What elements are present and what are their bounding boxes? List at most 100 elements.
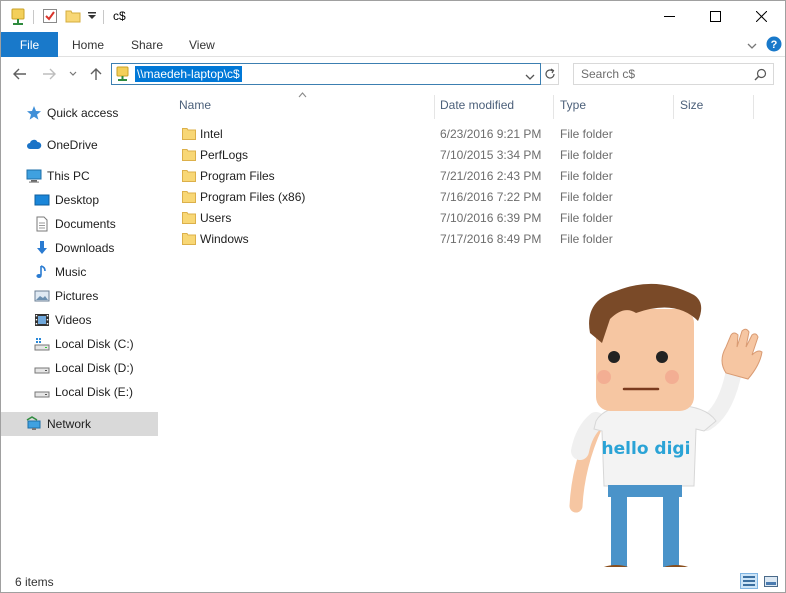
properties-icon[interactable]	[42, 8, 58, 27]
expand-ribbon-icon[interactable]	[747, 39, 757, 53]
table-row[interactable]: Windows 7/17/2016 8:49 PM File folder	[178, 229, 778, 250]
file-name: Program Files (x86)	[200, 190, 306, 204]
mascot-illustration: hello digi	[566, 281, 776, 581]
folder-icon	[182, 190, 196, 203]
navigation-pane: Quick access OneDrive This PC Desktop Do…	[1, 93, 159, 563]
nav-item-local-disk-c[interactable]: Local Disk (C:)	[1, 332, 158, 356]
folder-icon	[182, 232, 196, 245]
file-type: File folder	[560, 169, 613, 183]
item-count: 6 items	[15, 575, 54, 589]
file-date: 7/16/2016 7:22 PM	[440, 190, 542, 204]
network-icon	[26, 416, 42, 432]
file-type: File folder	[560, 190, 613, 204]
nav-item-label: Local Disk (E:)	[55, 385, 134, 399]
address-path[interactable]: \\maedeh-laptop\c$	[135, 66, 242, 82]
sort-ascending-icon	[298, 90, 307, 100]
nav-item-local-disk-d[interactable]: Local Disk (D:)	[1, 356, 158, 380]
file-date: 7/10/2015 3:34 PM	[440, 148, 542, 162]
customize-toolbar-icon[interactable]	[87, 10, 97, 24]
column-header-date-modified[interactable]: Date modified	[440, 98, 514, 112]
svg-text:?: ?	[771, 39, 778, 51]
new-folder-icon[interactable]	[65, 8, 81, 27]
nav-item-network[interactable]: Network	[1, 412, 158, 436]
shirt-text: hello digi	[602, 439, 691, 459]
file-type: File folder	[560, 127, 613, 141]
nav-item-label: Downloads	[55, 241, 115, 255]
nav-item-local-disk-e[interactable]: Local Disk (E:)	[1, 380, 158, 404]
nav-item-desktop[interactable]: Desktop	[1, 188, 158, 212]
column-header-size[interactable]: Size	[680, 98, 703, 112]
back-button[interactable]	[11, 65, 29, 83]
nav-item-this-pc[interactable]: This PC	[1, 164, 158, 188]
tab-view[interactable]: View	[189, 32, 215, 57]
up-button[interactable]	[87, 65, 105, 83]
nav-item-label: Local Disk (C:)	[55, 337, 134, 351]
table-row[interactable]: Intel 6/23/2016 9:21 PM File folder	[178, 124, 778, 145]
table-row[interactable]: Program Files (x86) 7/16/2016 7:22 PM Fi…	[178, 187, 778, 208]
pictures-icon	[34, 288, 50, 304]
nav-item-label: Desktop	[55, 193, 100, 207]
file-date: 6/23/2016 9:21 PM	[440, 127, 542, 141]
address-dropdown-icon[interactable]	[525, 70, 535, 84]
nav-item-label: This PC	[47, 169, 90, 183]
table-row[interactable]: Users 7/10/2016 6:39 PM File folder	[178, 208, 778, 229]
nav-item-downloads[interactable]: Downloads	[1, 236, 158, 260]
file-type: File folder	[560, 232, 613, 246]
nav-item-label: Quick access	[47, 106, 119, 120]
network-drive-icon	[11, 8, 25, 29]
file-date: 7/17/2016 8:49 PM	[440, 232, 542, 246]
music-icon	[34, 264, 50, 280]
videos-icon	[34, 312, 50, 328]
folder-icon	[182, 148, 196, 161]
drive-icon	[34, 384, 50, 400]
refresh-button[interactable]	[541, 63, 559, 85]
search-input[interactable]: Search c$	[581, 67, 635, 81]
nav-item-music[interactable]: Music	[1, 260, 158, 284]
forward-button[interactable]	[40, 65, 58, 83]
minimize-button[interactable]	[646, 1, 692, 32]
tab-file[interactable]: File	[1, 32, 58, 57]
nav-item-label: Videos	[55, 313, 92, 327]
nav-item-pictures[interactable]: Pictures	[1, 284, 158, 308]
table-row[interactable]: PerfLogs 7/10/2015 3:34 PM File folder	[178, 145, 778, 166]
nav-item-quick-access[interactable]: Quick access	[1, 101, 158, 125]
file-date: 7/21/2016 2:43 PM	[440, 169, 542, 183]
details-view-button[interactable]	[740, 573, 758, 589]
search-icon[interactable]	[754, 68, 767, 84]
recent-locations-button[interactable]	[64, 65, 82, 83]
column-header-name[interactable]: Name	[179, 98, 211, 112]
nav-item-label: Pictures	[55, 289, 99, 303]
file-explorer-window: c$ File Home Share View ? \\maedeh-lapto…	[0, 0, 786, 593]
desktop-icon	[34, 192, 50, 208]
help-icon[interactable]: ?	[766, 36, 782, 55]
file-name: Intel	[200, 127, 223, 141]
large-icons-view-button[interactable]	[762, 573, 780, 589]
file-name: Users	[200, 211, 232, 225]
maximize-button[interactable]	[692, 1, 738, 32]
nav-item-label: Music	[55, 265, 87, 279]
download-icon	[34, 240, 50, 256]
status-bar: 6 items	[1, 567, 785, 592]
nav-item-label: OneDrive	[47, 138, 98, 152]
table-row[interactable]: Program Files 7/21/2016 2:43 PM File fol…	[178, 166, 778, 187]
column-header-type[interactable]: Type	[560, 98, 586, 112]
window-title: c$	[113, 9, 126, 23]
drive-icon	[34, 360, 50, 376]
tab-home[interactable]: Home	[72, 32, 104, 57]
tab-share[interactable]: Share	[131, 32, 163, 57]
address-row: \\maedeh-laptop\c$ Search c$	[1, 57, 785, 93]
ribbon-tabs: File Home Share View ?	[1, 32, 785, 57]
folder-icon	[182, 169, 196, 182]
nav-item-label: Network	[47, 417, 92, 431]
computer-icon	[26, 168, 42, 184]
nav-item-onedrive[interactable]: OneDrive	[1, 133, 158, 157]
search-box[interactable]: Search c$	[573, 63, 774, 85]
title-bar: c$	[1, 1, 785, 32]
documents-icon	[34, 216, 50, 232]
nav-item-label: Documents	[55, 217, 116, 231]
nav-item-documents[interactable]: Documents	[1, 212, 158, 236]
network-drive-icon	[116, 66, 129, 85]
close-button[interactable]	[738, 1, 784, 32]
nav-item-videos[interactable]: Videos	[1, 308, 158, 332]
address-bar[interactable]: \\maedeh-laptop\c$	[111, 63, 541, 85]
